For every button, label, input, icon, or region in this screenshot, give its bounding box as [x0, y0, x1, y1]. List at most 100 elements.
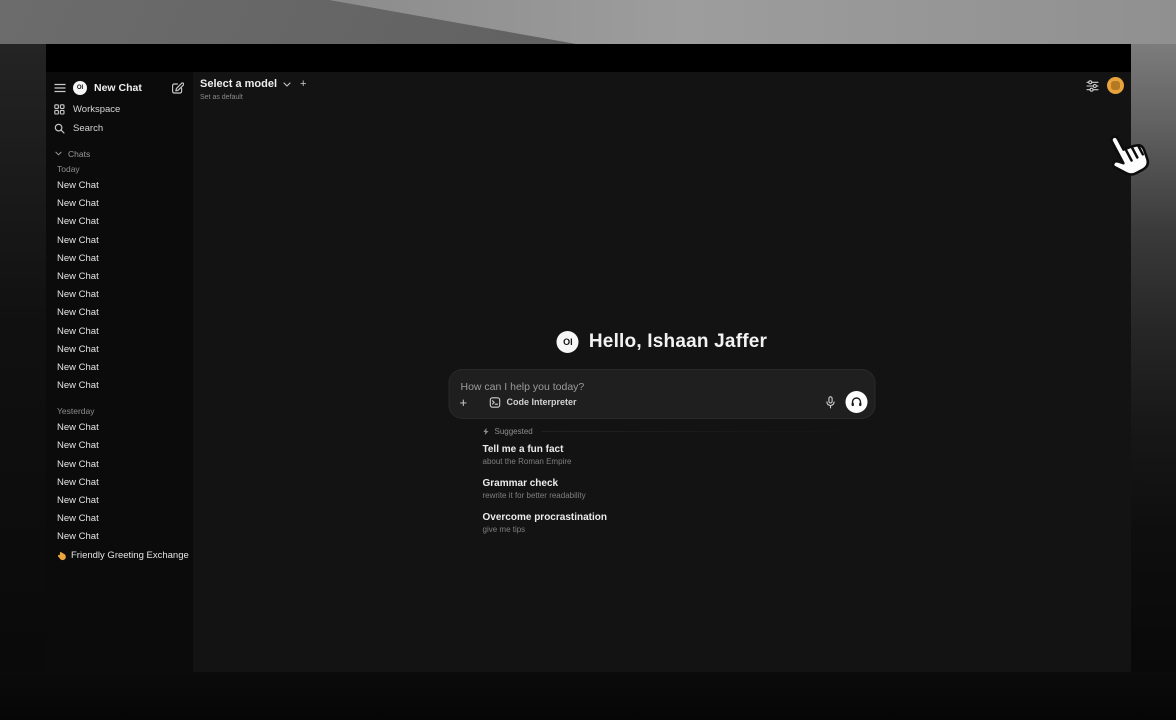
sidebar-title: New Chat	[94, 82, 164, 94]
suggested-list: Tell me a fun factabout the Roman Empire…	[483, 443, 876, 535]
chat-item[interactable]: New Chat	[46, 304, 193, 322]
chat-item-title: New Chat	[57, 268, 99, 286]
home-content: OI Hello, Ishaan Jaffer + Code Interpret…	[449, 330, 876, 535]
chat-item-title: New Chat	[57, 323, 99, 341]
suggested-prompt-title: Overcome procrastination	[483, 511, 876, 524]
chat-item[interactable]: New Chat	[46, 268, 193, 286]
grid-icon	[54, 104, 65, 115]
chat-item[interactable]: Friendly Greeting Exchange	[46, 547, 193, 565]
microphone-icon[interactable]	[826, 396, 836, 409]
sidebar-toggle-icon[interactable]	[54, 83, 66, 93]
chat-item[interactable]: New Chat	[46, 528, 193, 546]
chat-item-title: New Chat	[57, 250, 99, 268]
app-window: OI New Chat Workspace Search	[46, 44, 1131, 672]
chat-item-title: New Chat	[57, 528, 99, 546]
desktop-background-left	[0, 44, 46, 672]
add-model-button[interactable]: +	[300, 78, 306, 90]
chat-item-title: New Chat	[57, 213, 99, 231]
chat-item-title: New Chat	[57, 232, 99, 250]
message-composer[interactable]: + Code Interpreter	[449, 369, 876, 419]
suggested-prompt-title: Grammar check	[483, 477, 876, 490]
chat-item[interactable]: New Chat	[46, 232, 193, 250]
greeting-block: OI Hello, Ishaan Jaffer	[449, 330, 876, 354]
sidebar-item-label: Workspace	[73, 104, 120, 115]
new-chat-icon[interactable]	[171, 82, 184, 95]
chat-item[interactable]: New Chat	[46, 341, 193, 359]
topbar-actions	[1086, 77, 1124, 94]
sidebar-item-workspace[interactable]: Workspace	[46, 100, 193, 119]
suggested-prompt-subtitle: give me tips	[483, 524, 876, 535]
suggested-prompt[interactable]: Tell me a fun factabout the Roman Empire	[483, 443, 876, 467]
chat-item-title: New Chat	[57, 474, 99, 492]
chat-item-title: New Chat	[57, 510, 99, 528]
code-interpreter-toggle[interactable]: Code Interpreter	[490, 397, 577, 408]
chat-item[interactable]: New Chat	[46, 323, 193, 341]
chat-item-title: New Chat	[57, 377, 99, 395]
chat-item-title: New Chat	[57, 492, 99, 510]
waving-hand-icon	[57, 551, 67, 561]
chat-item-title: New Chat	[57, 437, 99, 455]
chat-item[interactable]: New Chat	[46, 474, 193, 492]
chat-item[interactable]: New Chat	[46, 213, 193, 231]
chat-item[interactable]: New Chat	[46, 437, 193, 455]
chat-item[interactable]: New Chat	[46, 456, 193, 474]
suggested-prompt-subtitle: about the Roman Empire	[483, 456, 876, 467]
desktop-background-right	[1131, 44, 1176, 672]
chat-item-title: New Chat	[57, 419, 99, 437]
greeting-text: Hello, Ishaan Jaffer	[589, 331, 767, 353]
chat-item[interactable]: New Chat	[46, 419, 193, 437]
main-area: Select a model + Set as default OI Hello…	[193, 72, 1131, 672]
sidebar-item-label: Search	[73, 123, 103, 134]
suggested-prompt[interactable]: Grammar checkrewrite it for better reada…	[483, 477, 876, 501]
chat-list: TodayNew ChatNew ChatNew ChatNew ChatNew…	[46, 162, 193, 565]
chats-section-toggle[interactable]: Chats	[46, 147, 193, 160]
chat-item[interactable]: New Chat	[46, 510, 193, 528]
code-interpreter-label: Code Interpreter	[507, 397, 577, 407]
desktop-background-top	[0, 0, 1176, 44]
chat-item-title: New Chat	[57, 359, 99, 377]
attach-plus-button[interactable]: +	[460, 395, 476, 410]
chevron-down-icon	[55, 151, 62, 156]
model-selector-label: Select a model	[200, 78, 277, 90]
divider	[542, 431, 876, 432]
sidebar: OI New Chat Workspace Search	[46, 72, 193, 672]
chat-item[interactable]: New Chat	[46, 250, 193, 268]
window-chrome	[46, 44, 1131, 72]
chat-item-title: New Chat	[57, 341, 99, 359]
set-as-default-button[interactable]: Set as default	[200, 94, 306, 101]
chat-item-title: New Chat	[57, 177, 99, 195]
chat-group-label: Today	[46, 162, 193, 177]
suggested-prompt-subtitle: rewrite it for better readability	[483, 490, 876, 501]
bolt-icon	[483, 427, 490, 436]
chat-item[interactable]: New Chat	[46, 359, 193, 377]
suggested-label: Suggested	[495, 427, 533, 436]
sidebar-item-search[interactable]: Search	[46, 119, 193, 138]
suggested-section: Suggested Tell me a fun factabout the Ro…	[449, 425, 876, 535]
user-avatar[interactable]	[1107, 77, 1124, 94]
controls-sliders-icon[interactable]	[1086, 80, 1099, 92]
chat-item-title: New Chat	[57, 456, 99, 474]
chat-item-title: Friendly Greeting Exchange	[71, 547, 189, 565]
desktop: OI New Chat Workspace Search	[0, 0, 1176, 720]
chat-item[interactable]: New Chat	[46, 377, 193, 395]
desktop-background-shape	[0, 0, 1176, 44]
voice-call-button[interactable]	[846, 391, 868, 413]
app-logo: OI	[557, 331, 579, 353]
composer-toolbar: + Code Interpreter	[460, 391, 868, 413]
model-selector[interactable]: Select a model + Set as default	[200, 78, 306, 101]
chat-item[interactable]: New Chat	[46, 177, 193, 195]
search-icon	[54, 123, 65, 134]
chat-item-title: New Chat	[57, 195, 99, 213]
suggested-prompt[interactable]: Overcome procrastinationgive me tips	[483, 511, 876, 535]
chat-group-label: Yesterday	[46, 404, 193, 419]
suggested-header: Suggested	[483, 425, 876, 437]
chats-section-label: Chats	[68, 149, 90, 159]
chat-item[interactable]: New Chat	[46, 286, 193, 304]
chat-item-title: New Chat	[57, 304, 99, 322]
chat-item[interactable]: New Chat	[46, 492, 193, 510]
chat-item[interactable]: New Chat	[46, 195, 193, 213]
chevron-down-icon	[283, 82, 291, 87]
app-logo: OI	[73, 81, 87, 95]
sidebar-header: OI New Chat	[46, 72, 193, 100]
suggested-prompt-title: Tell me a fun fact	[483, 443, 876, 456]
